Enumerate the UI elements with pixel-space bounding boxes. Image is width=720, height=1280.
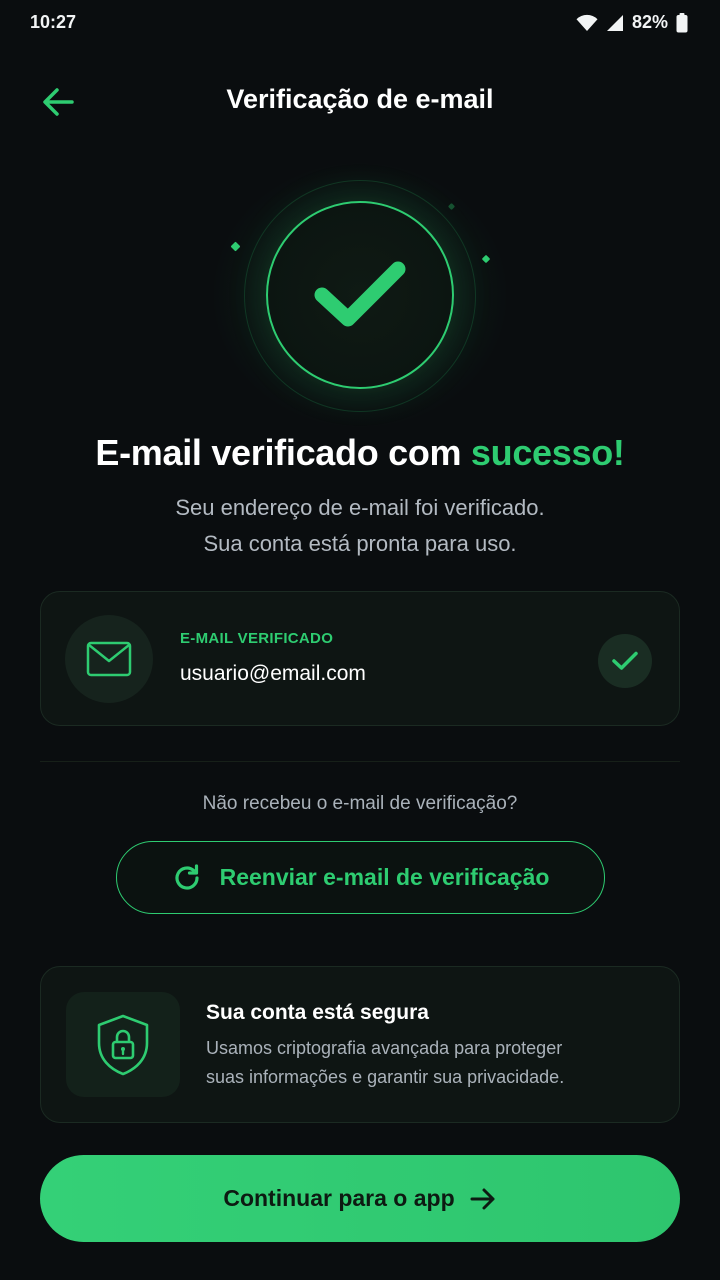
success-headline: E-mail verificado com sucesso! (0, 432, 720, 474)
check-icon (612, 651, 638, 670)
email-label: E-MAIL VERIFICADO (180, 630, 334, 647)
checkmark-icon (314, 261, 406, 327)
email-address: usuario@email.com (180, 662, 366, 685)
continue-button-label: Continuar para o app (223, 1185, 455, 1211)
status-icons: 82% (576, 12, 688, 33)
resend-question: Não recebeu o e-mail de verificação? (202, 793, 518, 814)
security-description-line-2: suas informações e garantir sua privacid… (206, 1067, 565, 1087)
wifi-icon (576, 14, 598, 31)
arrow-right-icon (470, 1188, 495, 1209)
shield-lock-icon (97, 1014, 149, 1075)
page-title: Verificação de e-mail (226, 84, 494, 114)
mail-icon-container (65, 615, 153, 703)
resend-button-label: Reenviar e-mail de verificação (219, 864, 550, 890)
status-time: 10:27 (30, 12, 77, 32)
security-description-line-1: Usamos criptografia avançada para proteg… (206, 1038, 563, 1058)
signal-icon (606, 14, 623, 31)
continue-button[interactable]: Continuar para o app (40, 1155, 680, 1242)
shield-icon-container (66, 992, 180, 1097)
refresh-icon (174, 863, 199, 890)
section-divider (40, 761, 680, 762)
envelope-icon (86, 641, 132, 677)
security-title: Sua conta está segura (206, 1001, 429, 1024)
subtext-line-2: Sua conta está pronta para uso. (203, 531, 517, 556)
headline-accent: sucesso! (470, 432, 625, 473)
headline-text: E-mail verificado com (95, 432, 471, 473)
battery-icon (676, 12, 688, 32)
verified-check-badge (598, 634, 652, 688)
success-badge (266, 201, 454, 389)
resend-email-button[interactable]: Reenviar e-mail de verificação (116, 841, 605, 914)
battery-percent: 82% (631, 12, 668, 32)
subtext-line-1: Seu endereço de e-mail foi verificado. (175, 495, 545, 520)
